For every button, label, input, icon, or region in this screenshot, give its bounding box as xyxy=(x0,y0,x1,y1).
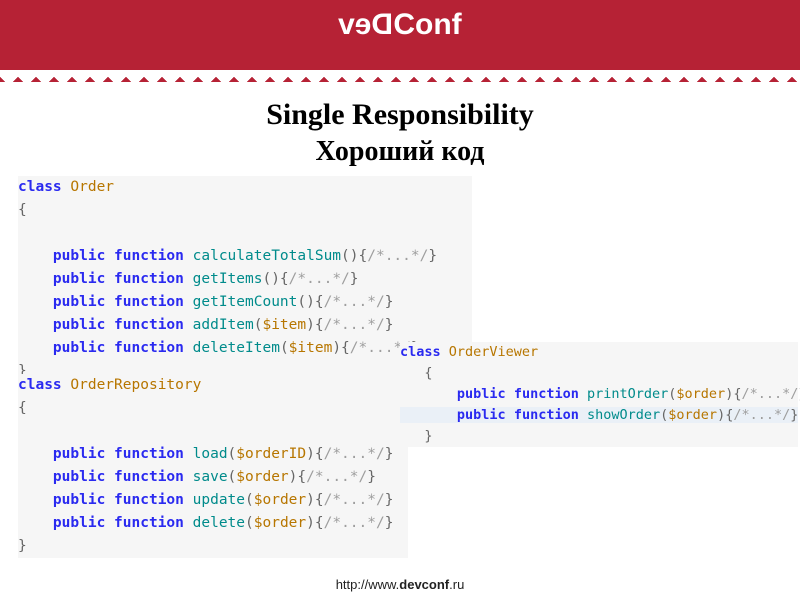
logo-left-mirrored: Dev xyxy=(338,8,393,42)
slide-title: Single Responsibility xyxy=(0,98,800,132)
header-bar: DevConf xyxy=(0,0,800,56)
footer-post: .ru xyxy=(449,577,464,592)
zigzag-divider xyxy=(0,56,800,70)
footer-url: http://www.devconf.ru xyxy=(0,577,800,592)
logo-right: Conf xyxy=(393,8,461,41)
footer-pre: http://www. xyxy=(336,577,400,592)
devconf-logo: DevConf xyxy=(338,8,461,42)
slide-subtitle: Хороший код xyxy=(0,136,800,168)
code-block-order-repository: class OrderRepository { public function … xyxy=(18,374,408,558)
code-block-order-viewer: class OrderViewer { public function prin… xyxy=(400,342,798,447)
footer-bold: devconf xyxy=(399,577,449,592)
